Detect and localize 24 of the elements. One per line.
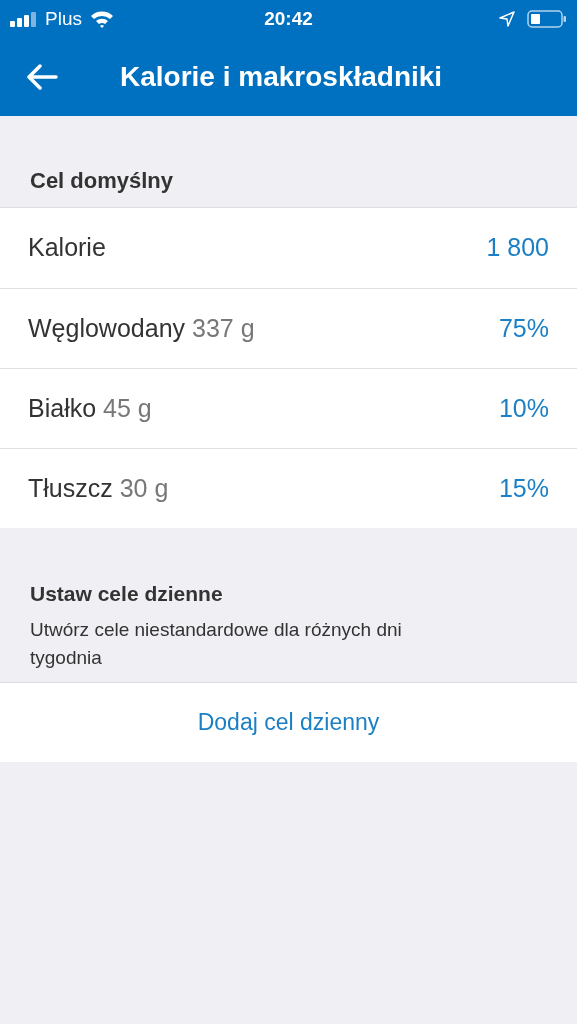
screen-title: Kalorie i makroskładniki (120, 60, 443, 94)
goal-row[interactable]: Węglowodany 337 g 75% (0, 288, 577, 368)
section-heading: Cel domyślny (30, 168, 174, 193)
goal-row[interactable]: Białko 45 g 10% (0, 368, 577, 448)
clock-time: 20:42 (264, 6, 313, 31)
battery-icon (527, 10, 567, 28)
goal-value: 15% (498, 472, 549, 504)
goal-label: Kalorie (28, 232, 106, 264)
back-arrow-icon[interactable] (26, 64, 58, 90)
goal-label: Tłuszcz 30 g (28, 472, 169, 504)
location-arrow-icon (499, 11, 515, 27)
goal-label: Węglowodany 337 g (28, 312, 255, 344)
goal-value: 1 800 (486, 232, 549, 264)
goal-row[interactable]: Tłuszcz 30 g 15% (0, 448, 577, 528)
signal-icon (10, 11, 37, 27)
goal-value: 10% (498, 392, 549, 424)
section-description: Utwórz cele niestandardowe dla różnych dni tygodnia (30, 617, 403, 670)
carrier-name: Plus (45, 6, 82, 31)
goal-row[interactable]: Kalorie 1 800 (0, 208, 577, 288)
wifi-icon (89, 10, 114, 28)
goal-value: 75% (498, 312, 549, 344)
section-heading: Ustaw cele dzienne (30, 581, 224, 607)
add-daily-goal-button[interactable]: Dodaj cel dzienny (197, 704, 380, 740)
goal-label: Białko 45 g (28, 392, 152, 424)
